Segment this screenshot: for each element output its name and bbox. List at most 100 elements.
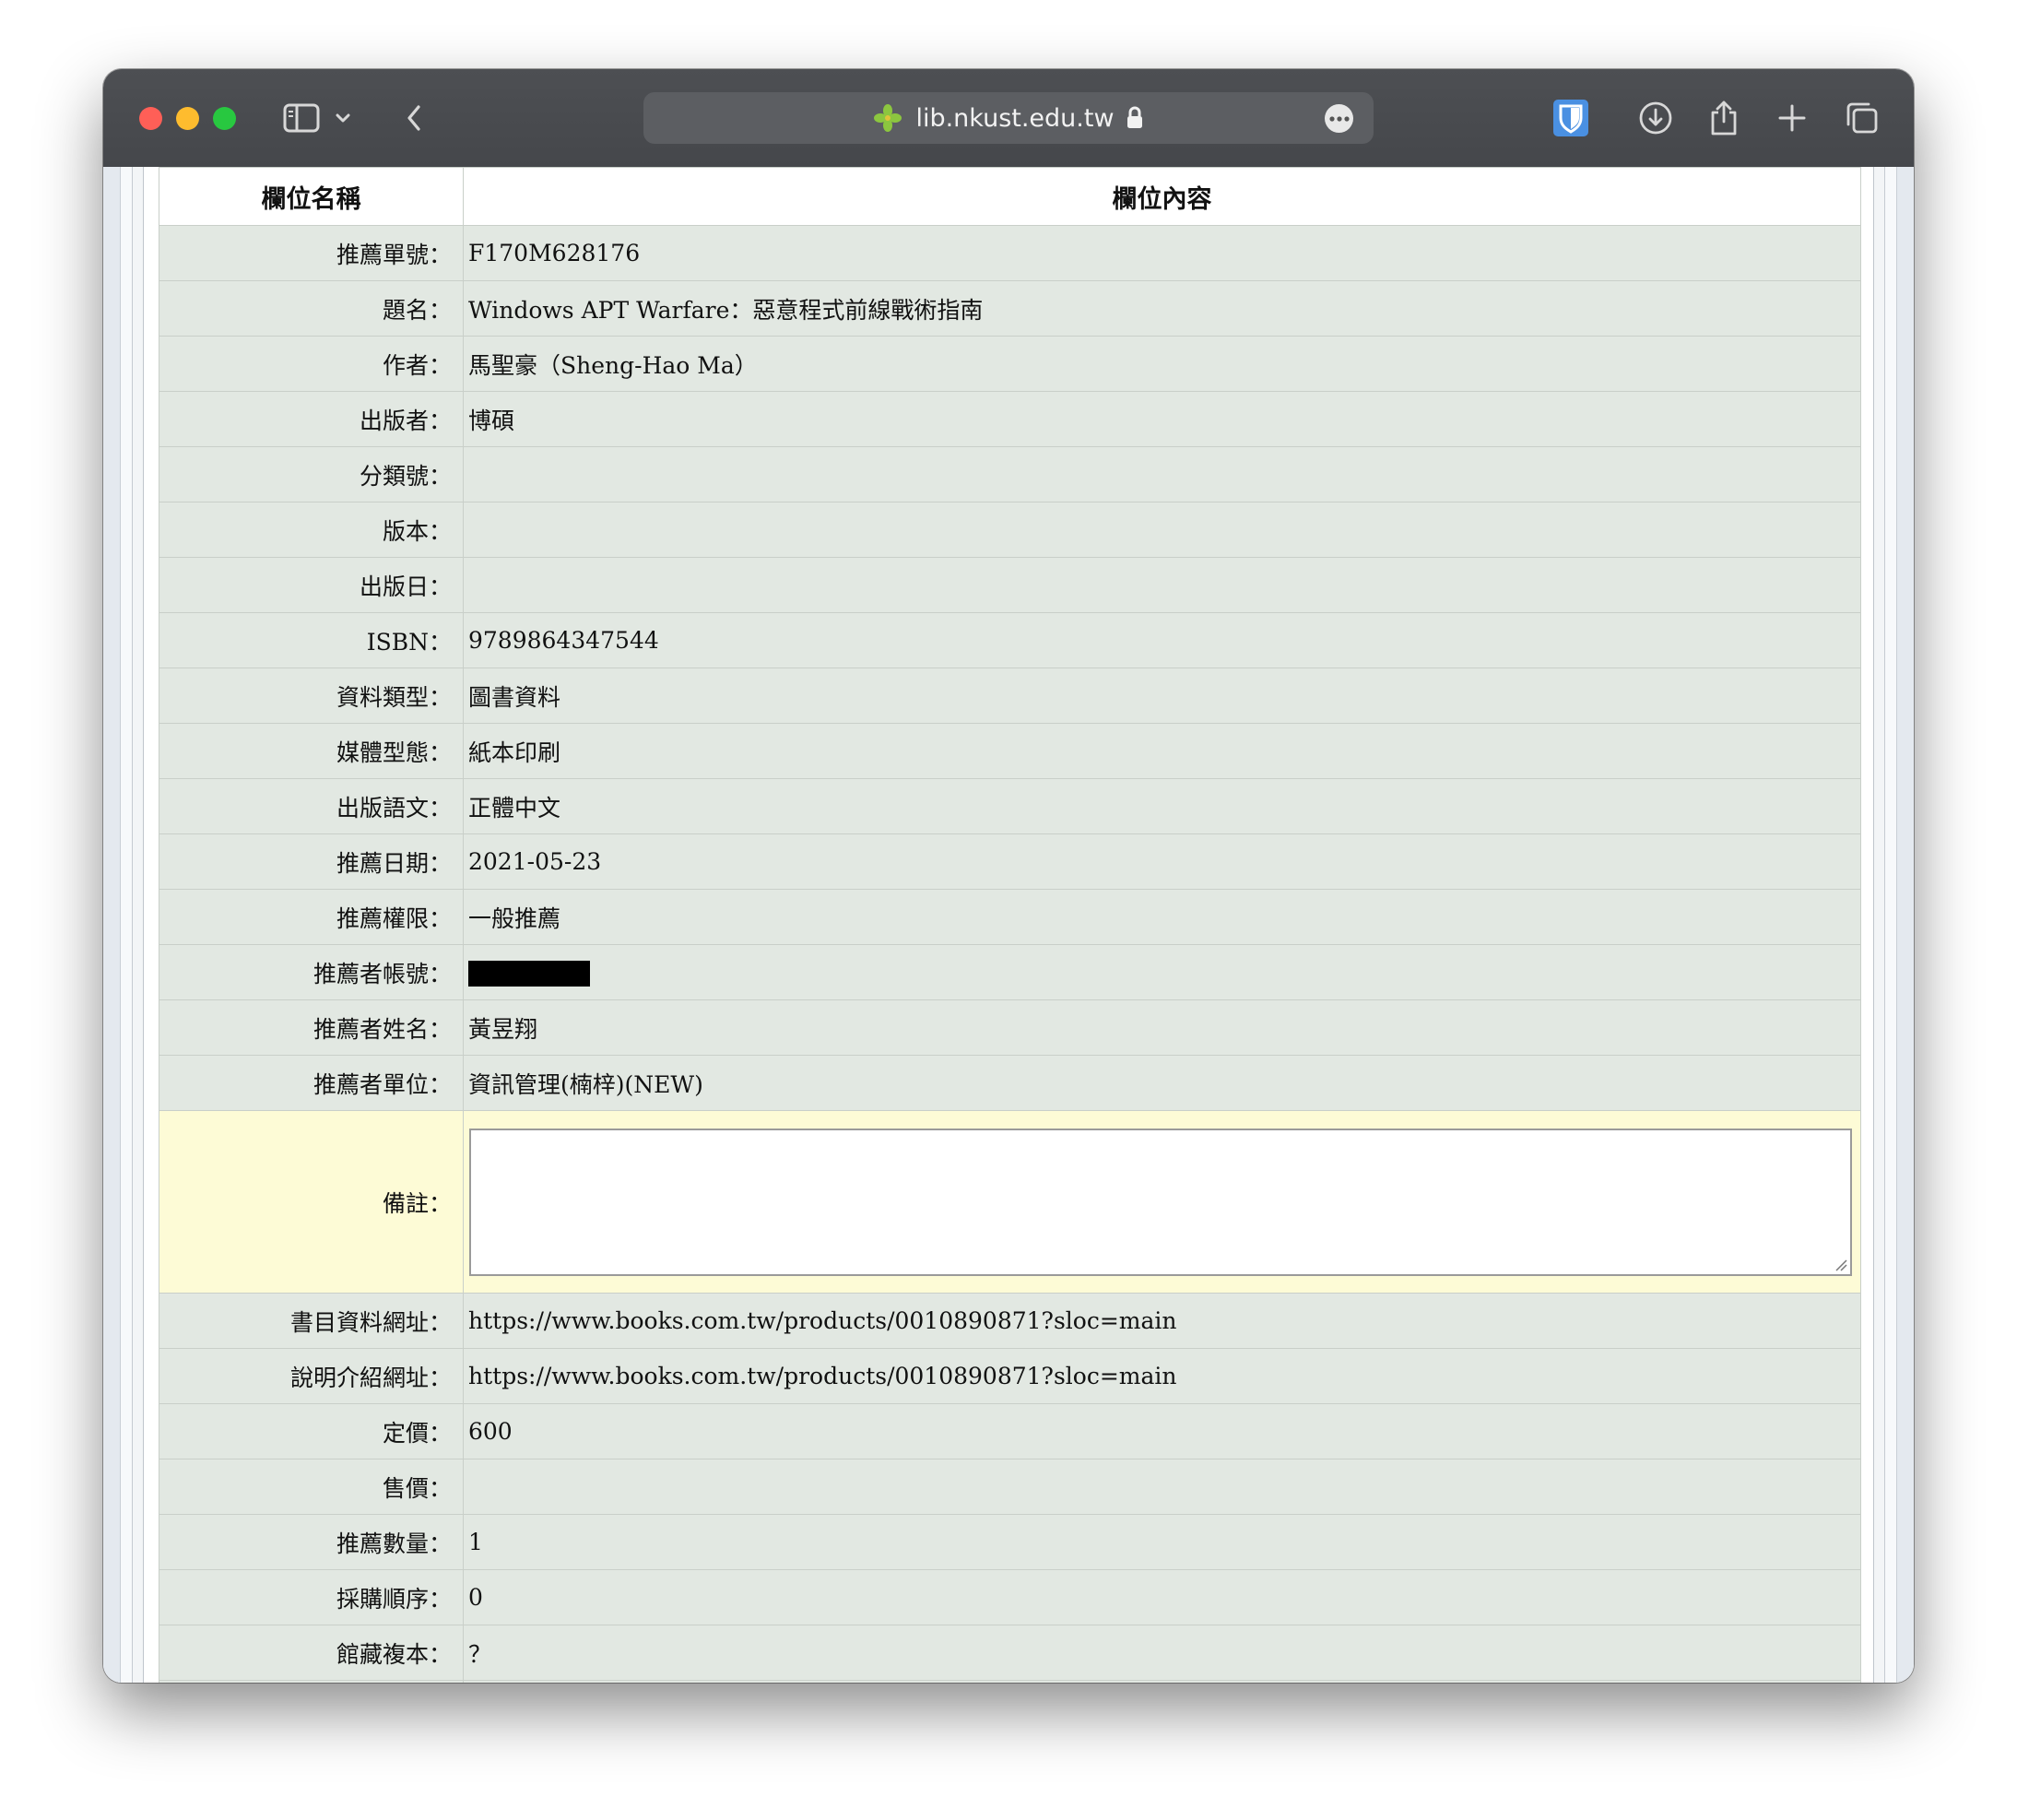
- url-text: lib.nkust.edu.tw: [915, 103, 1115, 133]
- close-window-button[interactable]: [139, 107, 162, 130]
- tab-overview-button[interactable]: [1842, 97, 1882, 139]
- share-icon: [1711, 100, 1737, 136]
- sidebar-toggle-button[interactable]: [280, 97, 323, 139]
- sidebar-icon: [283, 103, 320, 133]
- tab-group-menu-button[interactable]: [332, 97, 354, 139]
- page-content: 欄位名稱 欄位內容 推薦單號： F170M628176 題名： Windows …: [103, 167, 1914, 1683]
- table-row: 作者： 馬聖豪（Sheng-Hao Ma）: [159, 336, 1861, 392]
- browser-window: lib.nkust.edu.tw 欄位名稱 欄位內容 推薦單號： F170M62…: [103, 69, 1914, 1683]
- field-value: [463, 446, 1861, 502]
- field-label: 資料類型：: [159, 668, 464, 724]
- field-value: 2021-05-23: [463, 833, 1861, 890]
- table-row: 推薦數量： 1: [159, 1514, 1861, 1570]
- field-value: 黃昱翔: [463, 999, 1861, 1056]
- field-value: [463, 1680, 1861, 1683]
- back-button[interactable]: [398, 97, 430, 139]
- field-label: 定價：: [159, 1403, 464, 1460]
- field-label: 採購順序：: [159, 1569, 464, 1625]
- field-value: 600: [463, 1403, 1861, 1460]
- note-row: 備註：: [159, 1110, 1861, 1294]
- field-value: 紙本印刷: [463, 723, 1861, 779]
- note-cell: [463, 1110, 1861, 1294]
- table-row: 售價：: [159, 1459, 1861, 1515]
- zoom-window-button[interactable]: [213, 107, 236, 130]
- site-favicon-icon: [873, 103, 902, 133]
- field-label: 推薦者姓名：: [159, 999, 464, 1056]
- table-row: [159, 1680, 1861, 1683]
- field-value: 博碩: [463, 391, 1861, 447]
- field-value: 1: [463, 1514, 1861, 1570]
- table-row: 推薦單號： F170M628176: [159, 225, 1861, 281]
- left-page-border: [103, 167, 159, 1683]
- field-label: 推薦權限：: [159, 889, 464, 945]
- table-row: 推薦日期： 2021-05-23: [159, 833, 1861, 890]
- field-label: 分類號：: [159, 446, 464, 502]
- field-label: 作者：: [159, 336, 464, 392]
- header-field-content: 欄位內容: [463, 167, 1861, 226]
- address-bar[interactable]: lib.nkust.edu.tw: [643, 92, 1374, 144]
- downloads-button[interactable]: [1635, 97, 1676, 139]
- field-label: ISBN：: [159, 612, 464, 668]
- table-row: 推薦者單位： 資訊管理(楠梓)(NEW): [159, 1055, 1861, 1111]
- table-row: 定價： 600: [159, 1403, 1861, 1460]
- field-label: 出版語文：: [159, 778, 464, 834]
- note-textarea[interactable]: [469, 1128, 1852, 1276]
- bitwarden-extension-button[interactable]: [1551, 97, 1591, 139]
- field-value: 資訊管理(楠梓)(NEW): [463, 1055, 1861, 1111]
- field-label: 書目資料網址：: [159, 1293, 464, 1349]
- table-row: 推薦者帳號：: [159, 944, 1861, 1000]
- browser-toolbar: lib.nkust.edu.tw: [103, 69, 1914, 168]
- tabs-icon: [1846, 102, 1878, 134]
- table-row: 出版日：: [159, 557, 1861, 613]
- field-value: [463, 944, 1861, 1000]
- field-label: 推薦日期：: [159, 833, 464, 890]
- table-row: 版本：: [159, 502, 1861, 558]
- field-value: 9789864347544: [463, 612, 1861, 668]
- field-label: 售價：: [159, 1459, 464, 1515]
- field-label: 媒體型態：: [159, 723, 464, 779]
- plus-icon: [1778, 104, 1806, 132]
- field-value: https://www.books.com.tw/products/001089…: [463, 1293, 1861, 1349]
- table-row: 出版者： 博碩: [159, 391, 1861, 447]
- lock-icon: [1126, 106, 1144, 130]
- right-page-border: [1858, 167, 1914, 1683]
- field-value: [463, 1459, 1861, 1515]
- field-label: [159, 1680, 464, 1683]
- chevron-down-icon: [336, 113, 350, 123]
- chevron-left-icon: [407, 105, 420, 131]
- field-value: [463, 557, 1861, 613]
- field-value: F170M628176: [463, 225, 1861, 281]
- table-row: 書目資料網址： https://www.books.com.tw/product…: [159, 1293, 1861, 1349]
- recommendation-detail-table: 欄位名稱 欄位內容 推薦單號： F170M628176 題名： Windows …: [159, 167, 1861, 1683]
- note-label: 備註：: [159, 1110, 464, 1294]
- shield-icon: [1553, 100, 1588, 136]
- field-label: 推薦數量：: [159, 1514, 464, 1570]
- table-row: 採購順序： 0: [159, 1569, 1861, 1625]
- table-header-row: 欄位名稱 欄位內容: [159, 167, 1861, 226]
- field-label: 館藏複本：: [159, 1625, 464, 1681]
- table-row: 資料類型： 圖書資料: [159, 668, 1861, 724]
- field-label: 出版者：: [159, 391, 464, 447]
- table-row: ISBN： 9789864347544: [159, 612, 1861, 668]
- page-menu-button[interactable]: [1325, 104, 1353, 133]
- minimize-window-button[interactable]: [176, 107, 199, 130]
- field-label: 出版日：: [159, 557, 464, 613]
- field-value: ？: [463, 1625, 1861, 1681]
- share-button[interactable]: [1704, 97, 1744, 139]
- table-row: 媒體型態： 紙本印刷: [159, 723, 1861, 779]
- resize-handle-icon[interactable]: [1834, 1259, 1847, 1271]
- table-row: 推薦權限： 一般推薦: [159, 889, 1861, 945]
- field-label: 題名：: [159, 280, 464, 337]
- field-label: 推薦單號：: [159, 225, 464, 281]
- field-value: [463, 502, 1861, 558]
- table-row: 推薦者姓名： 黃昱翔: [159, 999, 1861, 1056]
- redacted-account-block: [468, 960, 590, 987]
- table-row: 館藏複本： ？: [159, 1625, 1861, 1681]
- field-label: 版本：: [159, 502, 464, 558]
- field-value: 馬聖豪（Sheng-Hao Ma）: [463, 336, 1861, 392]
- more-icon: [1328, 115, 1350, 122]
- field-value: 一般推薦: [463, 889, 1861, 945]
- field-label: 說明介紹網址：: [159, 1348, 464, 1404]
- field-value: 正體中文: [463, 778, 1861, 834]
- new-tab-button[interactable]: [1772, 97, 1812, 139]
